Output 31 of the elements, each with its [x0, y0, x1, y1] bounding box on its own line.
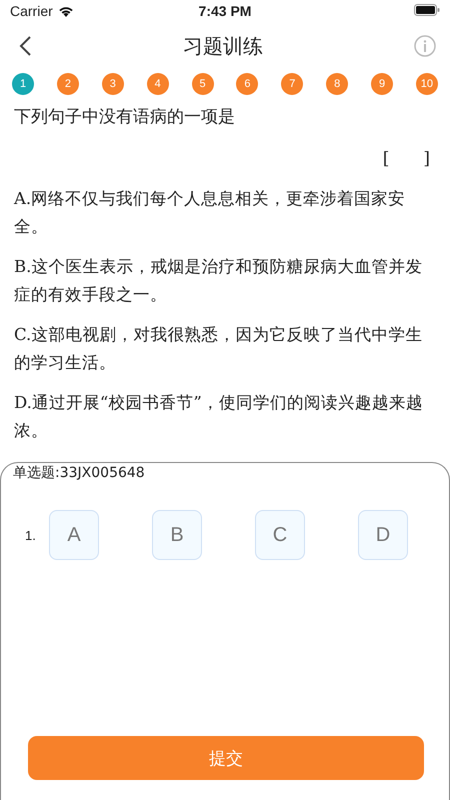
- question-number-button[interactable]: 7: [281, 73, 304, 95]
- question-number-button[interactable]: 6: [236, 73, 258, 95]
- question-type-label: 单选题:33JX005648: [13, 464, 145, 482]
- question-number-button[interactable]: 10: [416, 73, 438, 95]
- carrier-label: Carrier: [10, 3, 53, 19]
- question-number-button[interactable]: 8: [326, 73, 348, 95]
- choice-button[interactable]: D: [358, 510, 408, 560]
- question-number-button[interactable]: 3: [102, 73, 124, 95]
- clock-time: 7:43 PM: [198, 3, 252, 19]
- wifi-icon: [58, 5, 74, 17]
- page-title: 习题训练: [183, 32, 263, 60]
- choice-button[interactable]: A: [49, 510, 99, 560]
- answer-blank: [ ]: [382, 149, 430, 169]
- submit-button[interactable]: 提交: [28, 736, 424, 780]
- choice-button[interactable]: B: [152, 510, 202, 560]
- option-text: A.网络不仅与我们每个人息息相关，更牵涉着国家安全。: [14, 188, 406, 238]
- back-icon: [18, 35, 32, 57]
- battery-icon: [414, 4, 440, 16]
- option-text: C.这部电视剧，对我很熟悉，因为它反映了当代中学生的学习生活。: [14, 324, 424, 374]
- question-number-button[interactable]: 1: [12, 73, 34, 95]
- question-number-button[interactable]: 4: [146, 73, 169, 95]
- question-number-button[interactable]: 2: [56, 73, 79, 95]
- question-number-button[interactable]: 9: [371, 73, 393, 95]
- question-stem: 下列句子中没有语病的一项是: [14, 106, 236, 129]
- choice-button[interactable]: C: [255, 510, 305, 560]
- option-text: B.这个医生表示，戒烟是治疗和预防糖尿病大血管并发症的有效手段之一。: [14, 256, 424, 306]
- back-button[interactable]: [18, 35, 32, 57]
- info-icon: [414, 35, 436, 57]
- question-number-button[interactable]: 5: [192, 73, 214, 95]
- option-text: D.通过开展“校园书香节”，使同学们的阅读兴趣越来越浓。: [14, 392, 424, 442]
- question-index: 1.: [25, 528, 37, 542]
